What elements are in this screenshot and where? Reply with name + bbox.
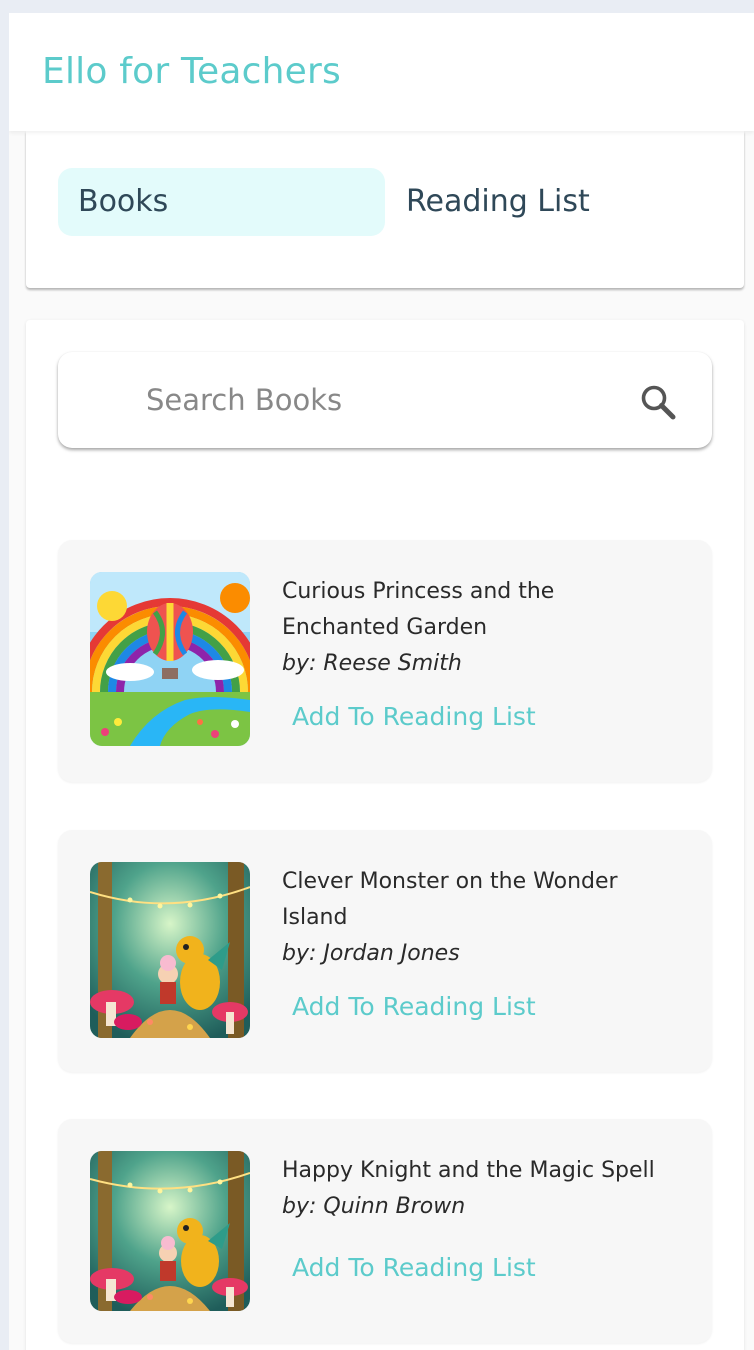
app-title: Ello for Teachers xyxy=(42,51,341,92)
search-icon[interactable] xyxy=(638,382,678,422)
search-bar xyxy=(58,352,712,448)
book-cover-image xyxy=(90,1151,250,1311)
book-author: by: Jordan Jones xyxy=(282,941,460,966)
add-to-reading-list-button[interactable]: Add To Reading List xyxy=(292,702,536,731)
add-to-reading-list-button[interactable]: Add To Reading List xyxy=(292,1253,536,1282)
book-title-line: Clever Monster on the Wonder xyxy=(282,869,618,894)
book-info: Curious Princess and the Enchanted Garde… xyxy=(282,574,682,682)
book-card: Clever Monster on the Wonder Island by: … xyxy=(58,830,712,1072)
books-list-card: Curious Princess and the Enchanted Garde… xyxy=(26,320,744,1350)
book-info: Clever Monster on the Wonder Island by: … xyxy=(282,864,682,972)
book-author: by: Reese Smith xyxy=(282,651,462,676)
book-title-line: Enchanted Garden xyxy=(282,615,488,640)
add-to-reading-list-button[interactable]: Add To Reading List xyxy=(292,992,536,1021)
book-title-line: Happy Knight and the Magic Spell xyxy=(282,1158,655,1183)
tabs-card: Books Reading List xyxy=(26,131,744,288)
tab-books[interactable]: Books xyxy=(58,168,385,236)
book-author: by: Quinn Brown xyxy=(282,1194,466,1219)
book-title-line: Island xyxy=(282,905,348,930)
book-info: Happy Knight and the Magic Spell by: Qui… xyxy=(282,1153,682,1225)
app-header: Ello for Teachers xyxy=(9,13,754,131)
book-cover-image xyxy=(90,572,250,746)
book-card: Curious Princess and the Enchanted Garde… xyxy=(58,540,712,782)
search-input[interactable] xyxy=(146,374,606,426)
tab-reading-list[interactable]: Reading List xyxy=(406,168,646,236)
app-window: Ello for Teachers Books Reading List Sea… xyxy=(9,13,754,1350)
book-card: Happy Knight and the Magic Spell by: Qui… xyxy=(58,1119,712,1343)
book-title-line: Curious Princess and the xyxy=(282,579,555,604)
book-cover-image xyxy=(90,862,250,1038)
